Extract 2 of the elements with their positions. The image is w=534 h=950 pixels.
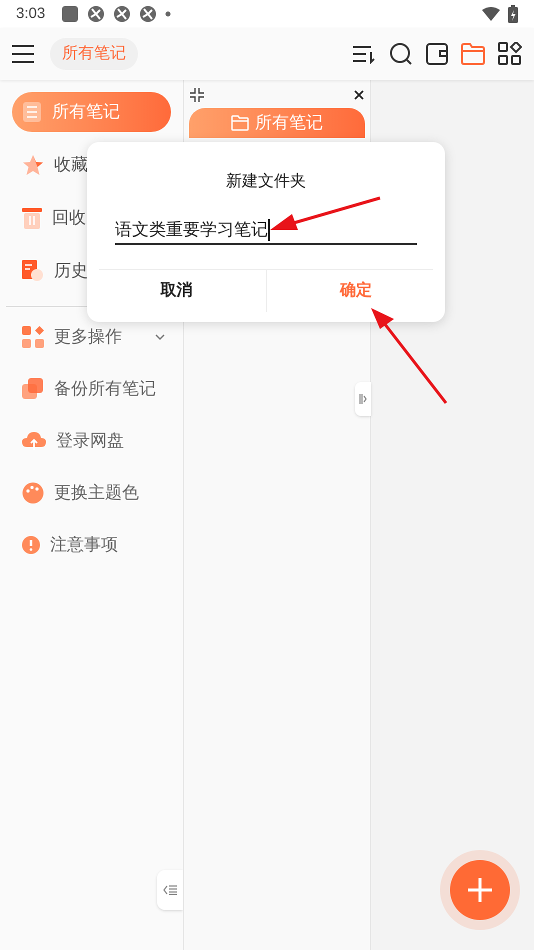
status-time: 3:03 <box>16 4 46 24</box>
dialog-title: 新建文件夹 <box>226 172 306 192</box>
